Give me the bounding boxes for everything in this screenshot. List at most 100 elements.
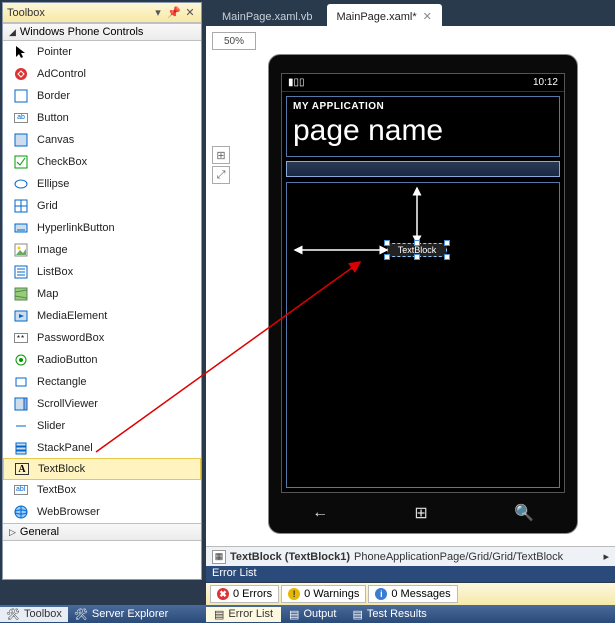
app-header: MY APPLICATION page name [286,96,560,157]
resize-handle[interactable] [384,240,390,246]
status-tab-output[interactable]: ▤Output [281,607,344,622]
radio-icon [13,352,29,368]
webbrowser-icon [13,504,29,520]
breadcrumb: ▦ TextBlock (TextBlock1) PhoneApplicatio… [206,546,615,566]
toolbox-item-pointer[interactable]: Pointer [3,41,201,63]
canvas-icon [13,132,29,148]
tab-mainpage-xaml-vb[interactable]: MainPage.xaml.vb [212,4,323,26]
toolbox-item-radiobutton[interactable]: RadioButton [3,349,201,371]
tool-label: AdControl [37,68,86,80]
element-icon[interactable]: ▦ [212,550,226,564]
adcontrol-icon [13,66,29,82]
error-list-header: Error List [206,566,615,582]
textblock-element[interactable]: TextBlock [387,243,447,257]
slider-icon [13,418,29,434]
back-icon[interactable]: ← [312,504,328,522]
tab-mainpage-xaml-[interactable]: MainPage.xaml*✕ [327,4,442,26]
pointer-icon [13,44,29,60]
bottom-strip: ✖ 0 Errors ! 0 Warnings i 0 Messages ▤Er… [0,583,615,623]
toolbox-item-mediaelement[interactable]: MediaElement [3,305,201,327]
resize-handle[interactable] [414,240,420,246]
tool-label: Ellipse [37,178,69,190]
close-icon[interactable]: ✕ [423,10,432,23]
toolbox-item-textbox[interactable]: abl TextBox [3,479,201,501]
close-icon[interactable]: ✕ [183,6,197,20]
tab-bar: MainPage.xaml.vbMainPage.xaml*✕ [206,0,615,26]
toolbox-item-canvas[interactable]: Canvas [3,129,201,151]
tool-label: ScrollViewer [37,398,98,410]
error-filter-bar: ✖ 0 Errors ! 0 Warnings i 0 Messages [206,583,615,605]
toolbox-item-border[interactable]: Border [3,85,201,107]
resize-handle[interactable] [414,254,420,260]
listbox-icon [13,264,29,280]
hyperlink-icon [13,220,29,236]
tool-list: Pointer AdControl BorderabButtonCanvasChec… [3,41,201,523]
toolbox-item-adcontrol[interactable]: AdControl [3,63,201,85]
textbox-icon: abl [13,482,29,498]
dropdown-icon[interactable]: ▾ [151,6,165,20]
toolbox-item-ellipse[interactable]: Ellipse [3,173,201,195]
resize-handle[interactable] [384,254,390,260]
design-surface[interactable]: 50% ⊞ ⤢ ▮▯▯ 10:12 MY APPLICATION page na… [206,26,615,546]
panel-tab-toolbox[interactable]: 🛠Toolbox [0,607,68,622]
tool-label: WebBrowser [37,506,100,518]
fit-icon[interactable]: ⊞ [212,146,230,164]
tool-label: StackPanel [37,442,93,454]
errors-chip[interactable]: ✖ 0 Errors [210,585,279,603]
textblock-icon: A [14,461,30,477]
zoom-fit-icon[interactable]: ⤢ [212,166,230,184]
toolbox-item-stackpanel[interactable]: StackPanel [3,437,201,459]
tool-label: PasswordBox [37,332,104,344]
status-tab-test-results[interactable]: ▤Test Results [344,607,434,622]
toolbox-item-rectangle[interactable]: Rectangle [3,371,201,393]
toolbox-item-slider[interactable]: Slider [3,415,201,437]
selection-band[interactable] [286,161,560,177]
status-tab-error-list[interactable]: ▤Error List [206,607,281,622]
toolbox-item-button[interactable]: abButton [3,107,201,129]
group-general[interactable]: ▷ General [3,523,201,541]
phone-screen: ▮▯▯ 10:12 MY APPLICATION page name [281,73,565,493]
toolbox-item-listbox[interactable]: ListBox [3,261,201,283]
resize-handle[interactable] [444,240,450,246]
content-pane[interactable]: TextBlock [286,182,560,488]
toolbox-item-map[interactable]: Map [3,283,201,305]
breadcrumb-selected[interactable]: TextBlock (TextBlock1) [230,551,350,563]
panel-tab-server-explorer[interactable]: 🛠Server Explorer [68,607,174,622]
tool-label: HyperlinkButton [37,222,115,234]
breadcrumb-more-icon[interactable]: ▸ [603,550,609,563]
toolbox-item-webbrowser[interactable]: WebBrowser [3,501,201,523]
toolbox-item-hyperlinkbutton[interactable]: HyperlinkButton [3,217,201,239]
toolbox-item-grid[interactable]: Grid [3,195,201,217]
toolbox-item-textblock[interactable]: ATextBlock [3,458,201,480]
map-icon [13,286,29,302]
messages-chip[interactable]: i 0 Messages [368,585,457,603]
resize-handle[interactable] [444,254,450,260]
tool-label: MediaElement [37,310,107,322]
search-icon[interactable]: 🔍 [514,503,534,523]
tool-label: TextBox [37,484,76,496]
tool-label: Slider [37,420,65,432]
tool-label: Image [37,244,68,256]
windows-icon[interactable]: ⊞ [414,503,427,523]
toolbox-item-passwordbox[interactable]: ** PasswordBox [3,327,201,349]
expand-icon: ▷ [9,527,16,538]
tool-label: Map [37,288,58,300]
checkbox-icon [13,154,29,170]
pin-icon[interactable]: 📌 [167,6,181,20]
signal-icon: ▮▯▯ [288,77,305,88]
page-name: page name [293,114,553,148]
toolbox-header: Toolbox ▾ 📌 ✕ [3,3,201,23]
password-icon: ** [13,330,29,346]
toolbox-item-checkbox[interactable]: CheckBox [3,151,201,173]
button-icon: ab [13,110,29,126]
breadcrumb-path[interactable]: PhoneApplicationPage/Grid/Grid/TextBlock [354,551,563,563]
media-icon [13,308,29,324]
warning-icon: ! [288,588,300,600]
toolbox-item-scrollviewer[interactable]: ScrollViewer [3,393,201,415]
alignment-guides [287,183,567,483]
toolbox-item-image[interactable]: Image [3,239,201,261]
zoom-level[interactable]: 50% [212,32,256,50]
group-windows-phone-controls[interactable]: ◢ Windows Phone Controls [3,23,201,41]
clock: 10:12 [533,77,558,88]
warnings-chip[interactable]: ! 0 Warnings [281,585,366,603]
